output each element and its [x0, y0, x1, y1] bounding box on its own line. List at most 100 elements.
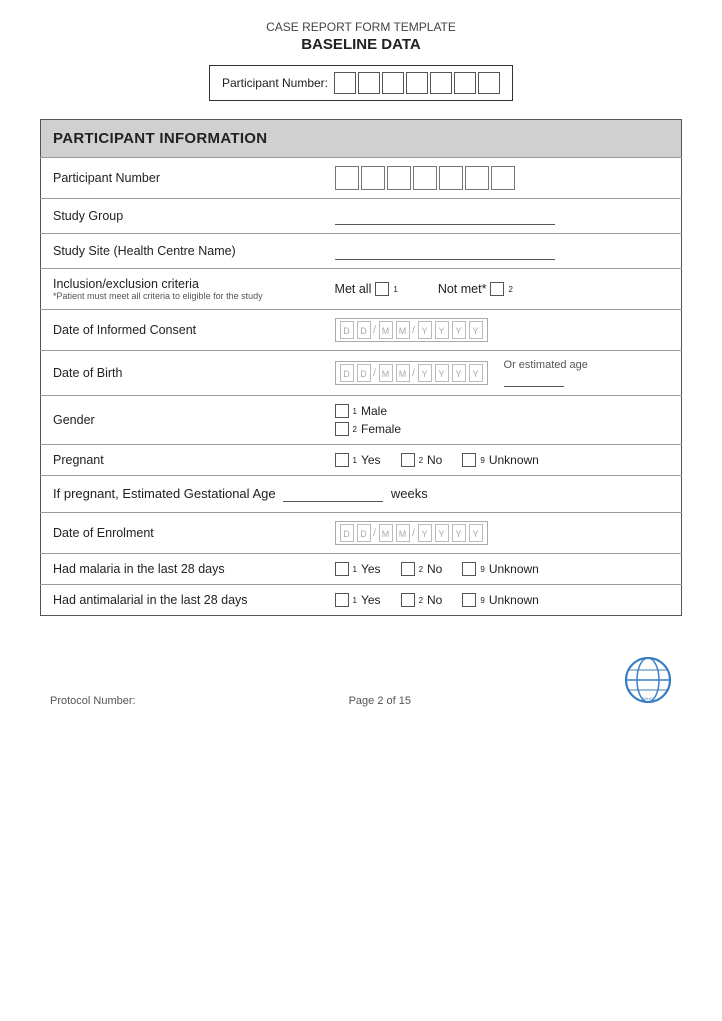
pn-cell-6[interactable]	[454, 72, 476, 94]
cb-antimalarial-yes-box[interactable]	[335, 593, 349, 607]
value-date-informed-consent: D D / M M / Y Y Y Y	[323, 310, 682, 351]
label-date-informed-consent: Date of Informed Consent	[41, 310, 323, 351]
enr-month-seg: M M	[378, 524, 411, 542]
page-header: CASE REPORT FORM TEMPLATE BASELINE DATA …	[40, 20, 682, 101]
cb-male-box[interactable]	[335, 404, 349, 418]
cb-not-met-label: Not met*	[438, 282, 487, 296]
day-seg: D D	[339, 321, 372, 339]
pn-cell-4[interactable]	[406, 72, 428, 94]
svg-text:WHO: WHO	[643, 696, 653, 701]
cb-malaria-no-box[interactable]	[401, 562, 415, 576]
label-gender: Gender	[41, 396, 323, 445]
cb-antimalarial-yes-sub: 1	[353, 596, 357, 605]
row-participant-number: Participant Number	[41, 158, 682, 199]
cb-pregnant-no: 2 No	[401, 453, 443, 467]
cb-malaria-yes-box[interactable]	[335, 562, 349, 576]
label-had-malaria: Had malaria in the last 28 days	[41, 554, 323, 585]
value-had-malaria: 1 Yes 2 No 9 Unknown	[323, 554, 682, 585]
pn-cell-3[interactable]	[382, 72, 404, 94]
label-pregnant: Pregnant	[41, 445, 323, 476]
pn-t-cell-6[interactable]	[465, 166, 489, 190]
date-informed-consent-field: D D / M M / Y Y Y Y	[335, 318, 669, 342]
cb-not-met: Not met* 2	[438, 282, 513, 296]
cb-antimalarial-yes: 1 Yes	[335, 593, 381, 607]
gestational-age-field[interactable]	[283, 486, 383, 502]
value-date-enrolment: D D / M M / Y Y Y Y	[323, 513, 682, 554]
pn-cell-2[interactable]	[358, 72, 380, 94]
row-inclusion-criteria: Inclusion/exclusion criteria *Patient mu…	[41, 269, 682, 310]
inclusion-options: Met all 1 Not met* 2	[335, 282, 669, 296]
cb-antimalarial-unknown-label: Unknown	[489, 593, 539, 607]
row-had-malaria: Had malaria in the last 28 days 1 Yes 2 …	[41, 554, 682, 585]
cb-malaria-unknown-box[interactable]	[462, 562, 476, 576]
row-study-site: Study Site (Health Centre Name)	[41, 234, 682, 269]
cb-not-met-sub: 2	[508, 285, 512, 294]
or-estimated-age: Or estimated age	[504, 359, 588, 387]
pn-t-cell-1[interactable]	[335, 166, 359, 190]
row-gender: Gender 1 Male 2 Female	[41, 396, 682, 445]
cb-antimalarial-no-label: No	[427, 593, 442, 607]
pn-t-cell-3[interactable]	[387, 166, 411, 190]
cb-pregnant-yes-sub: 1	[353, 456, 357, 465]
date-birth-segments[interactable]: D D / M M / Y Y	[335, 361, 488, 385]
cb-antimalarial-no-box[interactable]	[401, 593, 415, 607]
header-pn-label: Participant Number:	[222, 76, 328, 90]
dob-day-seg: D D	[339, 364, 372, 382]
pn-t-cell-5[interactable]	[439, 166, 463, 190]
cb-pregnant-unknown-box[interactable]	[462, 453, 476, 467]
header-pn-cells	[334, 72, 500, 94]
pn-t-cell-4[interactable]	[413, 166, 437, 190]
row-date-of-birth: Date of Birth D D / M M	[41, 351, 682, 396]
protocol-label: Protocol Number:	[50, 695, 136, 707]
cb-met-all-label: Met all	[335, 282, 372, 296]
gestational-age-suffix: weeks	[391, 486, 428, 501]
study-group-field[interactable]	[335, 207, 555, 225]
date-birth-row: D D / M M / Y Y	[335, 359, 669, 387]
dob-month-seg: M M	[378, 364, 411, 382]
cb-antimalarial-no-sub: 2	[419, 596, 423, 605]
label-had-antimalarial: Had antimalarial in the last 28 days	[41, 585, 323, 616]
label-study-site: Study Site (Health Centre Name)	[41, 234, 323, 269]
cb-pregnant-no-box[interactable]	[401, 453, 415, 467]
value-gender: 1 Male 2 Female	[323, 396, 682, 445]
cb-pregnant-unknown-sub: 9	[480, 456, 484, 465]
study-site-field[interactable]	[335, 242, 555, 260]
cb-antimalarial-no: 2 No	[401, 593, 443, 607]
date-consent-segments[interactable]: D D / M M / Y Y Y Y	[335, 318, 488, 342]
cb-not-met-box[interactable]	[490, 282, 504, 296]
header-participant-number-box: Participant Number:	[209, 65, 513, 101]
cb-malaria-unknown: 9 Unknown	[462, 562, 538, 576]
cb-pregnant-unknown: 9 Unknown	[462, 453, 538, 467]
value-study-site[interactable]	[323, 234, 682, 269]
pn-t-cell-7[interactable]	[491, 166, 515, 190]
cb-female-box[interactable]	[335, 422, 349, 436]
cb-met-all: Met all 1	[335, 282, 398, 296]
cb-malaria-unknown-label: Unknown	[489, 562, 539, 576]
section-title: PARTICIPANT INFORMATION	[41, 120, 682, 158]
pn-t-cell-2[interactable]	[361, 166, 385, 190]
enr-day-seg: D D	[339, 524, 372, 542]
page-number: Page 2 of 15	[349, 695, 411, 707]
pregnant-options: 1 Yes 2 No 9 Unknown	[335, 453, 669, 467]
label-date-of-birth: Date of Birth	[41, 351, 323, 396]
cb-antimalarial-unknown-box[interactable]	[462, 593, 476, 607]
date-enrolment-segments[interactable]: D D / M M / Y Y Y Y	[335, 521, 488, 545]
cb-pregnant-yes-box[interactable]	[335, 453, 349, 467]
estimated-age-field[interactable]	[504, 371, 564, 387]
cb-met-all-sub: 1	[393, 285, 397, 294]
value-date-of-birth: D D / M M / Y Y	[323, 351, 682, 396]
pn-cell-5[interactable]	[430, 72, 452, 94]
form-type-label: CASE REPORT FORM TEMPLATE	[40, 20, 682, 34]
cb-pregnant-no-label: No	[427, 453, 442, 467]
cb-met-all-box[interactable]	[375, 282, 389, 296]
cb-malaria-unknown-sub: 9	[480, 565, 484, 574]
pn-cell-1[interactable]	[334, 72, 356, 94]
month-seg: M M	[378, 321, 411, 339]
value-participant-number	[323, 158, 682, 199]
cb-malaria-yes-label: Yes	[361, 562, 381, 576]
value-study-group[interactable]	[323, 199, 682, 234]
pn-cell-7[interactable]	[478, 72, 500, 94]
cb-pregnant-yes-label: Yes	[361, 453, 381, 467]
value-had-antimalarial: 1 Yes 2 No 9 Unknown	[323, 585, 682, 616]
row-study-group: Study Group	[41, 199, 682, 234]
